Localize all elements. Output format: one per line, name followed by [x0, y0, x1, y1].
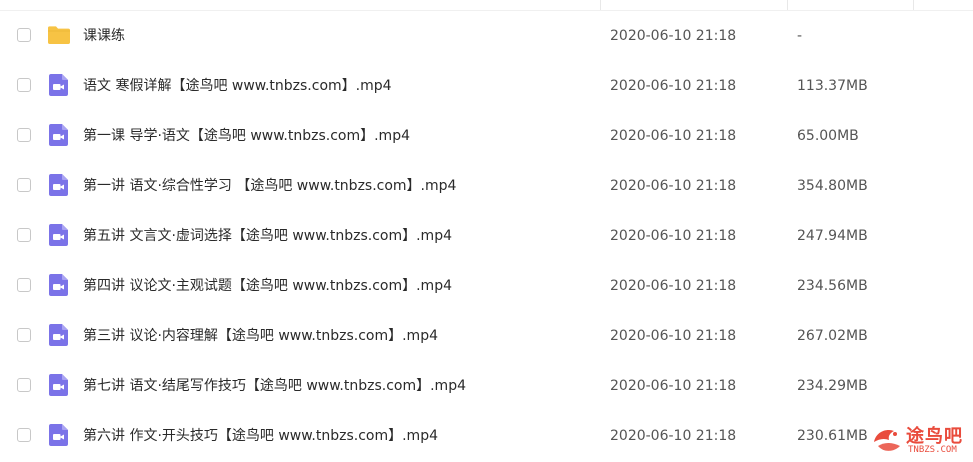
watermark-subtitle: TNBZS.COM	[908, 445, 957, 455]
file-date: 2020-06-10 21:18	[610, 228, 737, 244]
file-list-page: 课课练 2020-06-10 21:18 - 语文 寒假详解【途鸟吧 www.t…	[0, 0, 973, 462]
file-row[interactable]: 课课练 2020-06-10 21:18 -	[0, 11, 973, 61]
file-name[interactable]: 第六讲 作文·开头技巧【途鸟吧 www.tnbzs.com】.mp4	[83, 411, 438, 461]
video-file-icon	[47, 373, 71, 397]
file-size: 113.37MB	[797, 78, 868, 94]
file-row[interactable]: 第三讲 议论·内容理解【途鸟吧 www.tnbzs.com】.mp4 2020-…	[0, 311, 973, 361]
file-date: 2020-06-10 21:18	[610, 378, 737, 394]
row-checkbox[interactable]	[17, 278, 31, 292]
file-row[interactable]: 第六讲 作文·开头技巧【途鸟吧 www.tnbzs.com】.mp4 2020-…	[0, 411, 973, 461]
file-size: 267.02MB	[797, 328, 868, 344]
watermark: 途鸟吧 TNBZS.COM	[870, 420, 970, 460]
file-row[interactable]: 第一讲 语文·综合性学习 【途鸟吧 www.tnbzs.com】.mp4 202…	[0, 161, 973, 211]
file-size: 247.94MB	[797, 228, 868, 244]
row-checkbox[interactable]	[17, 28, 31, 42]
file-date: 2020-06-10 21:18	[610, 328, 737, 344]
row-checkbox[interactable]	[17, 328, 31, 342]
column-divider	[600, 0, 601, 10]
video-file-icon	[47, 73, 71, 97]
row-checkbox[interactable]	[17, 228, 31, 242]
file-name[interactable]: 第三讲 议论·内容理解【途鸟吧 www.tnbzs.com】.mp4	[83, 311, 438, 361]
video-file-icon	[47, 273, 71, 297]
file-row[interactable]: 第一课 导学·语文【途鸟吧 www.tnbzs.com】.mp4 2020-06…	[0, 111, 973, 161]
video-file-icon	[47, 123, 71, 147]
video-file-icon	[47, 423, 71, 447]
video-file-icon	[47, 173, 71, 197]
file-size: 230.61MB	[797, 428, 868, 444]
file-size: 234.56MB	[797, 278, 868, 294]
file-name[interactable]: 第一讲 语文·综合性学习 【途鸟吧 www.tnbzs.com】.mp4	[83, 161, 456, 211]
file-date: 2020-06-10 21:18	[610, 128, 737, 144]
row-checkbox[interactable]	[17, 178, 31, 192]
file-name[interactable]: 课课练	[83, 11, 125, 61]
file-row[interactable]: 第五讲 文言文·虚词选择【途鸟吧 www.tnbzs.com】.mp4 2020…	[0, 211, 973, 261]
bird-logo-icon	[874, 430, 900, 451]
file-date: 2020-06-10 21:18	[610, 278, 737, 294]
file-size: 65.00MB	[797, 128, 859, 144]
file-size: 234.29MB	[797, 378, 868, 394]
column-divider	[913, 0, 914, 10]
file-name[interactable]: 第五讲 文言文·虚词选择【途鸟吧 www.tnbzs.com】.mp4	[83, 211, 452, 261]
file-date: 2020-06-10 21:18	[610, 28, 737, 44]
file-name[interactable]: 第四讲 议论文·主观试题【途鸟吧 www.tnbzs.com】.mp4	[83, 261, 452, 311]
file-name[interactable]: 第一课 导学·语文【途鸟吧 www.tnbzs.com】.mp4	[83, 111, 410, 161]
video-file-icon	[47, 323, 71, 347]
file-row[interactable]: 第七讲 语文·结尾写作技巧【途鸟吧 www.tnbzs.com】.mp4 202…	[0, 361, 973, 411]
file-name[interactable]: 第七讲 语文·结尾写作技巧【途鸟吧 www.tnbzs.com】.mp4	[83, 361, 466, 411]
folder-icon	[47, 23, 71, 47]
file-row[interactable]: 第四讲 议论文·主观试题【途鸟吧 www.tnbzs.com】.mp4 2020…	[0, 261, 973, 311]
column-divider	[787, 0, 788, 10]
file-name[interactable]: 语文 寒假详解【途鸟吧 www.tnbzs.com】.mp4	[83, 61, 392, 111]
row-checkbox[interactable]	[17, 378, 31, 392]
file-date: 2020-06-10 21:18	[610, 78, 737, 94]
row-checkbox[interactable]	[17, 78, 31, 92]
video-file-icon	[47, 223, 71, 247]
row-checkbox[interactable]	[17, 428, 31, 442]
file-list: 课课练 2020-06-10 21:18 - 语文 寒假详解【途鸟吧 www.t…	[0, 11, 973, 461]
file-size: 354.80MB	[797, 178, 868, 194]
file-date: 2020-06-10 21:18	[610, 178, 737, 194]
file-size: -	[797, 28, 803, 44]
file-row[interactable]: 语文 寒假详解【途鸟吧 www.tnbzs.com】.mp4 2020-06-1…	[0, 61, 973, 111]
file-date: 2020-06-10 21:18	[610, 428, 737, 444]
row-checkbox[interactable]	[17, 128, 31, 142]
